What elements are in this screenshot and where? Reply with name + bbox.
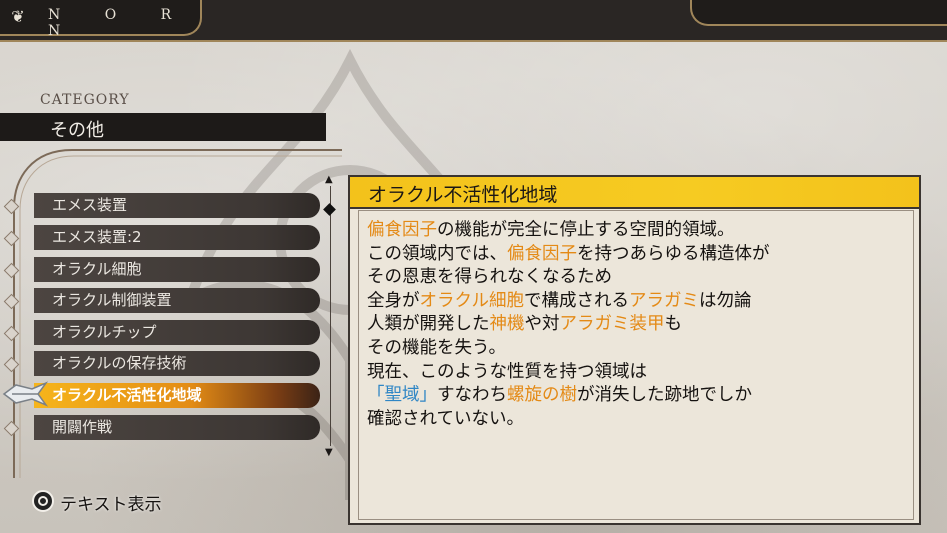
list-item[interactable]: オラクルの保存技術 xyxy=(34,351,320,376)
description-line: 偏食因子の機能が完全に停止する空間的領域。 xyxy=(367,219,912,243)
description-text: その恩恵を得られなくなるため xyxy=(367,267,612,288)
description-text: の機能が完全に停止する空間的領域。 xyxy=(437,220,735,240)
description-text: この領域内では、 xyxy=(367,243,507,264)
description-text: が消失した跡地でしか xyxy=(577,385,752,406)
list-item[interactable]: オラクルチップ xyxy=(34,320,320,345)
brand-plate: ❦ N O R N xyxy=(0,0,202,39)
highlighted-term: 偏食因子 xyxy=(367,220,437,240)
brand-text: N O R N xyxy=(48,7,192,39)
description-text: 現在、このような性質を持つ領域は xyxy=(367,361,647,382)
category-value[interactable]: その他 xyxy=(50,116,104,142)
description-text: も xyxy=(664,314,683,335)
top-right-plate xyxy=(690,0,947,26)
list-item[interactable]: オラクル細胞 xyxy=(34,257,320,282)
description-text: は勿論 xyxy=(698,290,752,311)
description-line: この領域内では、偏食因子を持つあらゆる構造体が xyxy=(367,243,912,267)
scroll-down-arrow-icon[interactable]: ▼ xyxy=(325,447,333,458)
description-text: で構成される xyxy=(523,290,629,311)
selection-wing-icon xyxy=(2,381,48,407)
highlighted-term: 「聖域」 xyxy=(367,385,437,406)
fleur-icon: ❦ xyxy=(11,7,25,26)
description-text: 全身が xyxy=(367,290,420,311)
highlighted-term: オラクル細胞 xyxy=(419,290,524,311)
description-text: や対 xyxy=(524,314,560,335)
description-text: すなわち xyxy=(437,385,507,406)
highlighted-term: アラガミ装甲 xyxy=(559,314,665,335)
description-text: 確認されていない。 xyxy=(367,408,524,429)
list-item[interactable]: エメス装置 xyxy=(34,193,320,218)
scrollbar-track[interactable] xyxy=(330,186,331,446)
description-line: その恩恵を得られなくなるため xyxy=(367,266,912,290)
highlighted-term: アラガミ xyxy=(628,290,699,311)
highlighted-term: 螺旋の樹 xyxy=(507,385,577,406)
description-text: その機能を失う。 xyxy=(367,337,506,358)
description-line: その機能を失う。 xyxy=(367,337,912,361)
description-text: を持つあらゆる構造体が xyxy=(577,243,770,264)
detail-description: 偏食因子の機能が完全に停止する空間的領域。 この領域内では、偏食因子を持つあらゆる… xyxy=(367,219,912,431)
description-text: 人類が開発した xyxy=(367,314,490,335)
list-item[interactable]: エメス装置:2 xyxy=(34,225,320,250)
circle-button-icon[interactable] xyxy=(32,490,54,512)
category-bar xyxy=(0,113,326,141)
highlighted-term: 神機 xyxy=(489,314,525,335)
highlighted-term: 偏食因子 xyxy=(507,243,577,264)
text-display-hint[interactable]: テキスト表示 xyxy=(60,490,162,515)
top-bar-divider xyxy=(0,40,947,42)
list-item[interactable]: オラクル制御装置 xyxy=(34,288,320,313)
detail-title: オラクル不活性化地域 xyxy=(368,184,558,206)
description-line: 確認されていない。 xyxy=(367,408,912,432)
description-line: 「聖域」すなわち螺旋の樹が消失した跡地でしか xyxy=(367,384,912,408)
scroll-up-arrow-icon[interactable]: ▲ xyxy=(325,174,333,185)
category-label: CATEGORY xyxy=(40,92,130,108)
list-item[interactable]: オラクル不活性化地域 xyxy=(34,383,320,408)
description-line: 人類が開発した神機や対アラガミ装甲も xyxy=(367,313,912,337)
description-line: 現在、このような性質を持つ領域は xyxy=(367,361,912,385)
list-item[interactable]: 開闢作戦 xyxy=(34,415,320,440)
description-line: 全身がオラクル細胞で構成されるアラガミは勿論 xyxy=(367,290,912,314)
